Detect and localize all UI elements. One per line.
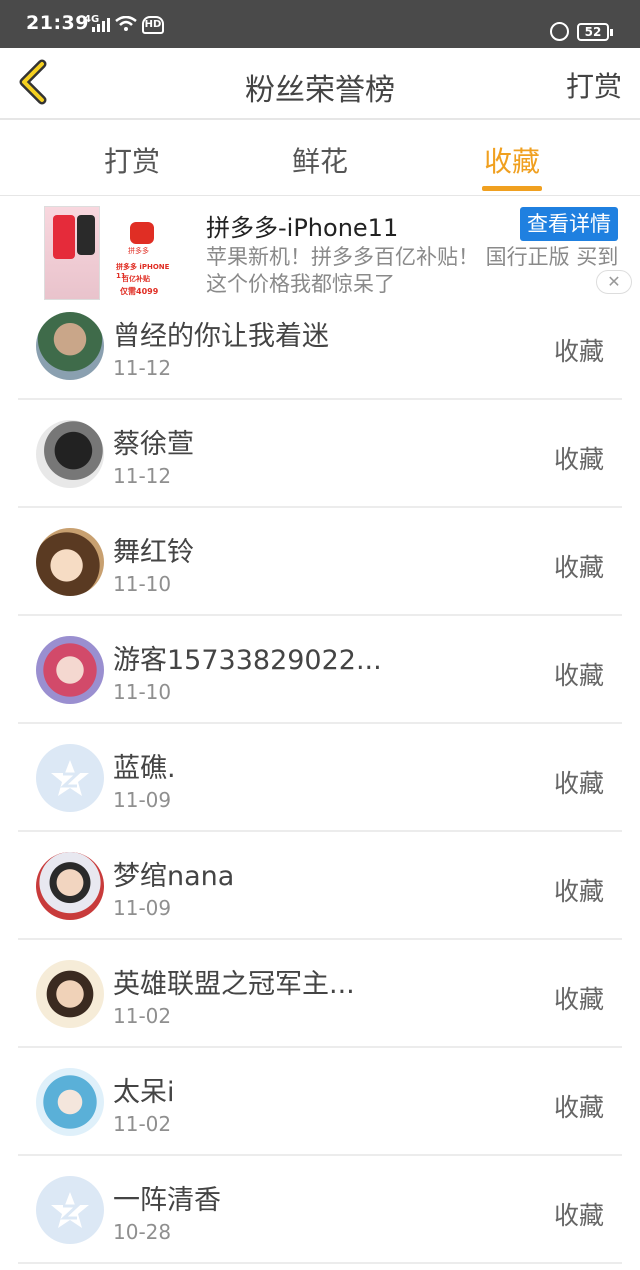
fan-type: 收藏 xyxy=(553,445,604,474)
active-tab-indicator xyxy=(482,186,543,191)
avatar xyxy=(36,312,104,380)
fan-name: 一阵清香 xyxy=(113,1185,221,1216)
list-item[interactable]: 游客15733829022... 11-10 收藏 xyxy=(18,616,622,724)
fan-name: 曾经的你让我着迷 xyxy=(113,321,329,352)
avatar xyxy=(36,1176,104,1244)
reward-button[interactable]: 打赏 xyxy=(566,65,622,105)
view-details-button[interactable]: 查看详情 xyxy=(520,207,618,241)
list-item[interactable]: 英雄联盟之冠军主... 11-02 收藏 xyxy=(18,940,622,1048)
fan-date: 11-10 xyxy=(113,680,172,704)
tab-label: 鲜花 xyxy=(292,145,349,178)
list-item[interactable]: 曾经的你让我着迷 11-12 收藏 xyxy=(18,292,622,400)
avatar xyxy=(36,852,104,920)
list-item[interactable]: 蔡徐萱 11-12 收藏 xyxy=(18,400,622,508)
fan-date: 11-02 xyxy=(113,1004,172,1028)
ad-thumbnail: 拼多多 拼多多 iPHONE 11 百亿补贴 仅需4099 xyxy=(44,206,172,300)
status-bar: 21:39 4G HD 52 xyxy=(0,0,640,48)
tab-label: 收藏 xyxy=(484,145,541,178)
pdd-logo-icon xyxy=(130,222,154,244)
fan-date: 11-02 xyxy=(113,1112,172,1136)
fan-type: 收藏 xyxy=(553,553,604,582)
fan-type: 收藏 xyxy=(553,877,604,906)
page-title: 粉丝荣誉榜 xyxy=(245,73,395,108)
avatar xyxy=(36,636,104,704)
list-item[interactable]: 太呆i 11-02 收藏 xyxy=(18,1048,622,1156)
phone-image xyxy=(44,206,100,300)
signal-icon xyxy=(92,18,112,32)
fan-type: 收藏 xyxy=(553,661,604,690)
fan-name: 游客15733829022... xyxy=(113,645,382,676)
fan-date: 11-12 xyxy=(113,464,172,488)
avatar xyxy=(36,420,104,488)
nav-bar: 粉丝荣誉榜 打赏 xyxy=(0,48,640,120)
fan-list: 曾经的你让我着迷 11-12 收藏 蔡徐萱 11-12 收藏 舞红铃 11-10… xyxy=(0,292,640,1264)
fan-name: 英雄联盟之冠军主... xyxy=(113,969,355,1000)
tab-flowers[interactable]: 鲜花 xyxy=(292,140,348,180)
hd-icon: HD xyxy=(142,16,164,34)
avatar xyxy=(36,1068,104,1136)
default-avatar-icon xyxy=(51,1192,89,1228)
list-item[interactable]: 梦绾nana 11-09 收藏 xyxy=(18,832,622,940)
list-item[interactable]: 蓝礁. 11-09 收藏 xyxy=(18,724,622,832)
list-item[interactable]: 舞红铃 11-10 收藏 xyxy=(18,508,622,616)
fan-type: 收藏 xyxy=(553,985,604,1014)
fan-type: 收藏 xyxy=(553,1201,604,1230)
ad-thumb-line: 百亿补贴 xyxy=(122,275,150,283)
fan-date: 11-10 xyxy=(113,572,172,596)
avatar xyxy=(36,960,104,1028)
tab-bar: 打赏 鲜花 收藏 xyxy=(0,120,640,196)
fan-type: 收藏 xyxy=(553,769,604,798)
ad-description: 苹果新机！拼多多百亿补贴！ 国行正版 买到这个价格我都惊呆了 xyxy=(206,245,619,296)
fan-type: 收藏 xyxy=(553,337,604,366)
avatar xyxy=(36,744,104,812)
tab-collect[interactable]: 收藏 xyxy=(482,140,543,191)
fan-name: 太呆i xyxy=(113,1077,175,1108)
fan-date: 11-12 xyxy=(113,356,172,380)
fan-name: 梦绾nana xyxy=(113,861,235,892)
wifi-icon xyxy=(115,16,137,31)
list-item[interactable]: 一阵清香 10-28 收藏 xyxy=(18,1156,622,1264)
fan-date: 11-09 xyxy=(113,896,172,920)
tab-label: 打赏 xyxy=(104,145,161,178)
ad-title: 拼多多-iPhone11 xyxy=(206,214,399,242)
close-icon[interactable]: ✕ xyxy=(596,270,632,294)
fan-type: 收藏 xyxy=(553,1093,604,1122)
fan-name: 蔡徐萱 xyxy=(113,429,194,460)
ad-thumb-brand: 拼多多 xyxy=(128,247,149,255)
fan-name: 蓝礁. xyxy=(113,753,176,784)
fan-date: 11-09 xyxy=(113,788,172,812)
ad-banner[interactable]: 拼多多 拼多多 iPHONE 11 百亿补贴 仅需4099 拼多多-iPhone… xyxy=(0,196,640,304)
battery-indicator: 52 xyxy=(577,23,613,41)
avatar xyxy=(36,528,104,596)
alarm-icon xyxy=(550,22,569,41)
fan-name: 舞红铃 xyxy=(113,537,194,568)
status-time: 21:39 xyxy=(26,12,89,34)
default-avatar-icon xyxy=(51,760,89,796)
tab-reward[interactable]: 打赏 xyxy=(104,140,160,180)
fan-date: 10-28 xyxy=(113,1220,172,1244)
